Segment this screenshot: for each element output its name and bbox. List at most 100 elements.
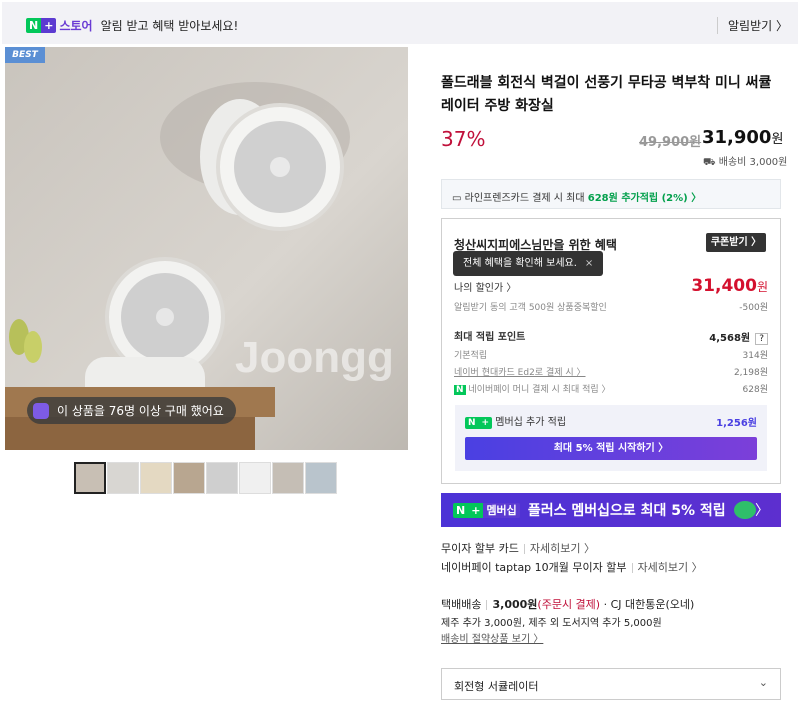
original-price: 49,900원 (639, 135, 702, 150)
badge-plus: + (41, 18, 57, 33)
alert-discount-value: -500원 (739, 303, 768, 313)
thumbnail[interactable] (140, 462, 172, 494)
delivery-row: 택배배송 3,000원(주문시 결제) · CJ 대한통운(오네) (441, 596, 694, 612)
option-select[interactable]: 회전형 서큘레이터 ⌄ (441, 668, 781, 700)
divider (486, 600, 488, 610)
best-tag: BEST (5, 47, 45, 63)
membership-start-button[interactable]: 최대 5% 적립 시작하기 〉 (465, 437, 757, 460)
product-photo: Joongg (5, 47, 408, 450)
card-promo-prefix: 라인프렌즈카드 결제 시 최대 (464, 193, 588, 204)
divider (523, 544, 525, 554)
card-promo-suffix: 추가적립 (2%) 〉 (617, 193, 702, 204)
sale-price: 31,900원 (702, 127, 783, 148)
point-row-value: 314원 (742, 351, 768, 361)
thumbnail[interactable] (107, 462, 139, 494)
shipping-saving-link[interactable]: 배송비 절약상품 보기 〉 (441, 630, 543, 645)
thumbnail[interactable] (206, 462, 238, 494)
benefit-panel: 청산씨지피에스님만을 위한 혜택 쿠폰받기 〉 전체 혜택을 확인해 보세요. ×… (441, 218, 781, 484)
point-row-label[interactable]: 네이버 현대카드 Ed2로 결제 시 〉 (454, 365, 586, 378)
max-points-label: 최대 적립 포인트 (454, 332, 526, 343)
point-row-label: 기본적립 (454, 351, 488, 361)
coupon-button[interactable]: 쿠폰받기 〉 (706, 233, 766, 252)
point-row: 기본적립 314원 (454, 348, 768, 361)
alert-discount-row: 알림받기 동의 고객 500원 상품중복할인 -500원 (454, 300, 768, 313)
badge-membership: 멤버십 (483, 502, 520, 518)
installment-card-row: 무이자 할부 카드 자세히보기 〉 (441, 540, 595, 556)
divider (631, 563, 633, 573)
badge-n: N (26, 18, 42, 33)
thumbnail[interactable] (305, 462, 337, 494)
tooltip-text: 전체 혜택을 확인해 보세요. (463, 258, 577, 269)
point-row: N 네이버페이 머니 결제 시 최대 적립 〉 628원 (454, 382, 768, 395)
naver-plus-badge: N + (26, 18, 57, 33)
membership-row: N + 멤버십 추가 적립 1,256원 (465, 413, 757, 429)
shipping-fee: ⛟ 배송비 3,000원 (703, 153, 787, 170)
coin-icon (733, 501, 756, 519)
point-row: 네이버 현대카드 Ed2로 결제 시 〉 2,198원 (454, 365, 768, 378)
product-main-image[interactable]: Joongg BEST 이 상품을 76명 이상 구매 했어요 (5, 47, 408, 450)
delivery-carrier: · CJ 대한통운(오네) (603, 598, 695, 611)
my-price-value: 31,400원 (691, 276, 768, 296)
option-select-value: 회전형 서큘레이터 (454, 680, 539, 693)
purchase-count-text: 이 상품을 76명 이상 구매 했어요 (57, 404, 224, 418)
delivery-jeju-note: 제주 추가 3,000원, 제주 외 도서지역 추가 5,000원 (441, 618, 662, 629)
max-points-value-wrap: 4,568원 ? (709, 326, 768, 345)
point-row-label-wrap[interactable]: N 네이버페이 머니 결제 시 최대 적립 〉 (454, 382, 611, 395)
thumbnail[interactable] (173, 462, 205, 494)
badge-plus: + (478, 417, 493, 429)
close-icon[interactable]: × (585, 258, 593, 269)
my-price-unit: 원 (756, 280, 768, 294)
max-points-value: 4,568원 (709, 333, 751, 344)
membership-label-wrap: N + 멤버십 추가 적립 (465, 413, 566, 429)
membership-label: 멤버십 추가 적립 (495, 417, 567, 428)
max-points-row: 최대 적립 포인트 4,568원 ? (454, 326, 768, 345)
subscribe-alert-link[interactable]: 알림받기 〉 (717, 17, 788, 34)
benefit-tooltip: 전체 혜택을 확인해 보세요. × (453, 251, 604, 276)
card-icon: ▭ (452, 193, 465, 204)
delivery-fee: 3,000원 (492, 598, 538, 611)
naver-plus-badge: N + (465, 417, 493, 429)
discount-rate: 37% (441, 127, 486, 151)
help-icon[interactable]: ? (755, 333, 768, 345)
notification-message: 알림 받고 혜택 받아보세요! (100, 19, 239, 33)
card-promo-banner[interactable]: ▭ 라인프렌즈카드 결제 시 최대 628원 추가적립 (2%) 〉 (441, 179, 781, 209)
purchase-count-badge: 이 상품을 76명 이상 구매 했어요 (27, 397, 236, 424)
badge-n: N (465, 417, 479, 429)
product-title: 폴드래블 회전식 벽걸이 선풍기 무타공 벽부착 미니 써큘레이터 주방 화장실 (441, 75, 772, 114)
membership-value: 1,256원 (716, 417, 757, 429)
thumbnail[interactable] (272, 462, 304, 494)
naver-plus-badge: N + 멤버십 (453, 502, 520, 518)
delivery-method: 택배배송 (441, 598, 482, 611)
point-row-label: 네이버페이 머니 결제 시 최대 적립 〉 (468, 385, 611, 395)
thumbnail[interactable] (74, 462, 106, 494)
my-price-label[interactable]: 나의 할인가 〉 (454, 279, 516, 294)
top-notification-bar: N + 스토어 알림 받고 혜택 받아보세요! 알림받기 〉 (2, 2, 798, 44)
price-unit: 원 (771, 132, 784, 147)
membership-box: N + 멤버십 추가 적립 1,256원 최대 5% 적립 시작하기 〉 (455, 405, 767, 471)
plus-membership-banner[interactable]: N + 멤버십 플러스 멤버십으로 최대 5% 적립 〉 (441, 493, 781, 527)
naver-plus-store-logo[interactable]: N + 스토어 알림 받고 혜택 받아보세요! (26, 17, 238, 34)
truck-icon: ⛟ (703, 157, 719, 168)
thumbnail[interactable] (239, 462, 271, 494)
thumbnail-strip (74, 462, 337, 494)
point-row-value: 2,198원 (733, 368, 768, 378)
installment-pay-row: 네이버페이 taptap 10개월 무이자 할부 자세히보기 〉 (441, 559, 703, 575)
my-price-row: 나의 할인가 〉 31,400원 (454, 276, 768, 296)
installment-card-link[interactable]: 자세히보기 〉 (530, 542, 595, 555)
svg-text:Joongg: Joongg (235, 333, 394, 382)
installment-pay-label: 네이버페이 taptap 10개월 무이자 할부 (441, 561, 627, 574)
bag-icon (33, 402, 49, 419)
naverpay-icon: N (454, 385, 466, 395)
chevron-down-icon: ⌄ (758, 676, 768, 689)
plus-banner-text: 플러스 멤버십으로 최대 5% 적립 (527, 503, 726, 519)
store-name: 스토어 (59, 19, 93, 33)
installment-pay-link[interactable]: 자세히보기 〉 (638, 561, 703, 574)
card-promo-amount: 628원 (587, 193, 618, 204)
my-price-number: 31,400 (691, 276, 757, 296)
badge-n: N (453, 502, 469, 518)
point-row-value: 628원 (742, 385, 768, 395)
chevron-right-icon: 〉 (755, 503, 769, 519)
delivery-fee-note: (주문시 결제) (537, 598, 601, 611)
shipping-fee-text: 배송비 3,000원 (718, 157, 788, 168)
badge-plus: + (468, 502, 484, 518)
